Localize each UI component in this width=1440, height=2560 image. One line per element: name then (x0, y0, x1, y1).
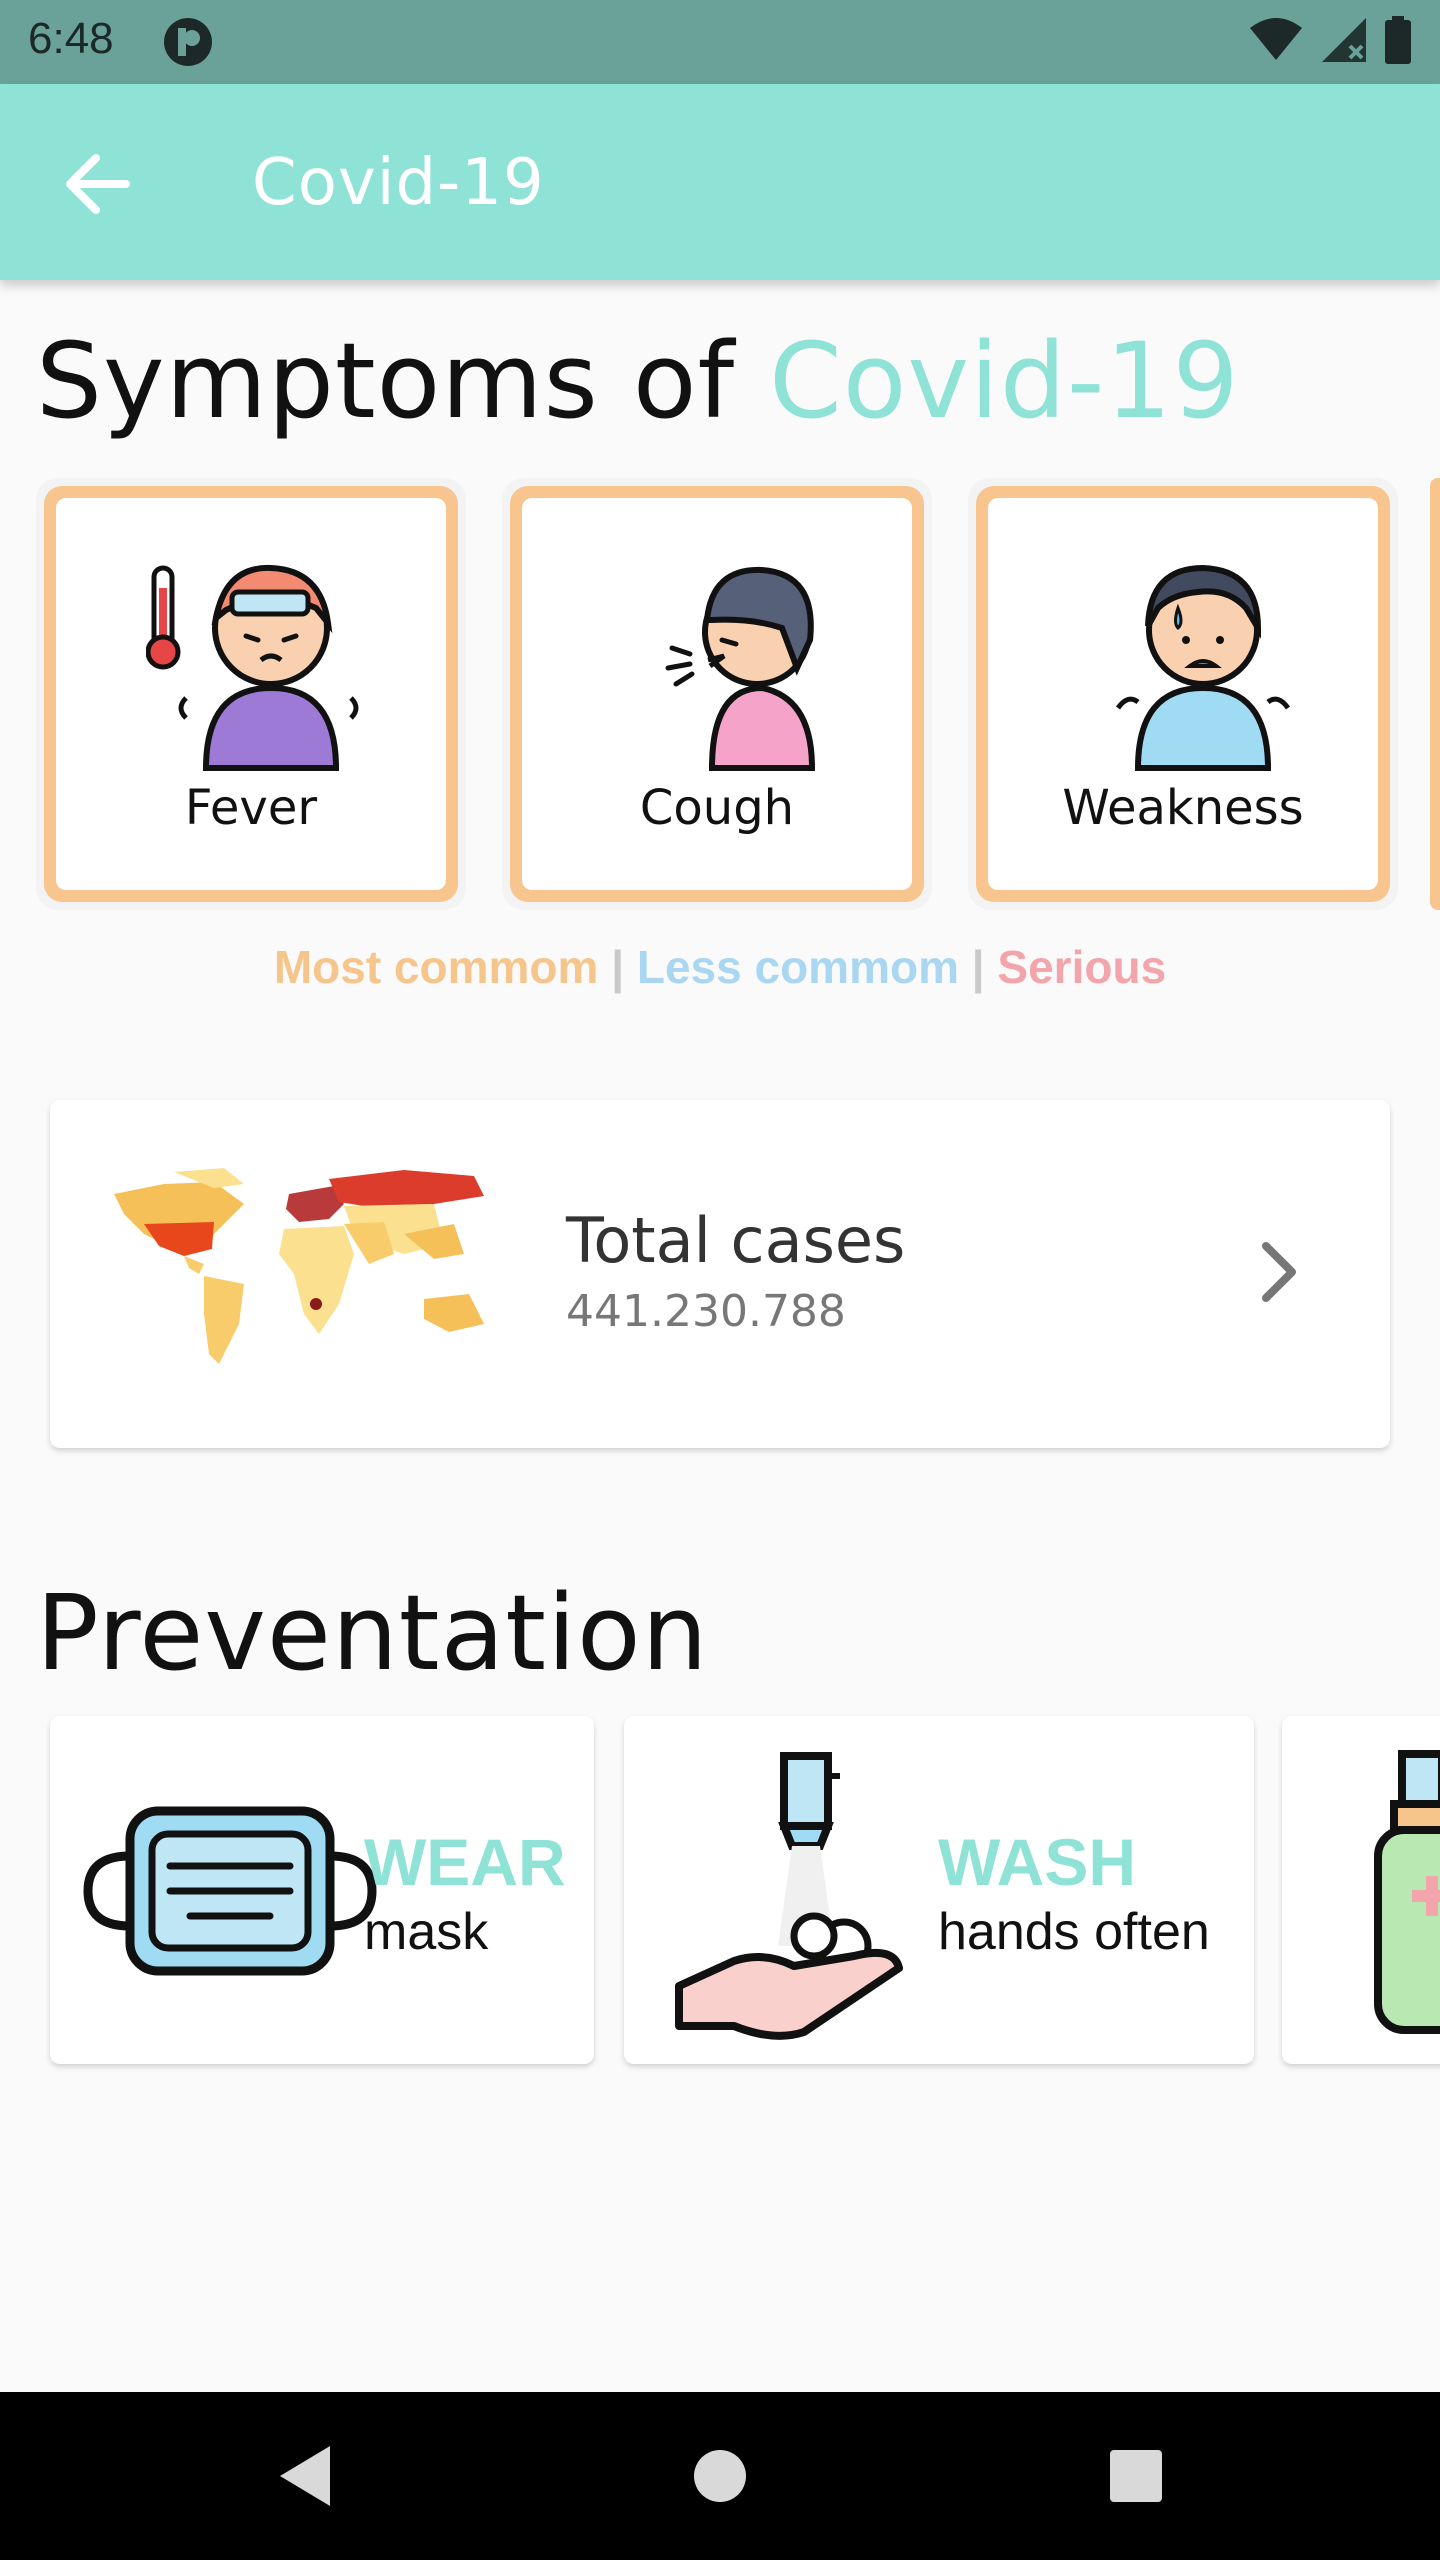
total-cases-value: 441.230.788 (566, 1286, 846, 1337)
chevron-right-icon (1262, 1242, 1296, 1302)
app-bar-title: Covid-19 (252, 146, 545, 220)
navigation-bar (0, 2392, 1440, 2560)
legend-most-common: Most commom (273, 941, 599, 993)
world-map-icon (114, 1168, 484, 1364)
prevention-sub: mask (364, 1903, 489, 1961)
status-bar: 6:48 (0, 0, 1440, 84)
prevention-title: Preventation (36, 1572, 709, 1694)
legend-serious: Serious (997, 941, 1167, 993)
sanitizer-icon (1374, 1750, 1440, 2034)
legend-separator: | (598, 941, 637, 993)
cough-person-icon (665, 566, 816, 771)
symptom-card-fever[interactable]: Fever (36, 478, 466, 910)
prevention-card-wash[interactable]: WASH hands often (624, 1716, 1254, 2064)
app-bar: Covid-19 (0, 84, 1440, 280)
face-mask-icon (83, 1806, 377, 1976)
hand-wash-icon (675, 1752, 903, 2040)
symptoms-title-accent: Covid-19 (769, 320, 1240, 442)
app-notification-icon (164, 18, 212, 66)
symptoms-title-main: Symptoms of (36, 320, 770, 442)
symptoms-title: Symptoms of Covid-19 (36, 320, 1240, 442)
signal-icon (1322, 18, 1366, 62)
wifi-icon (1250, 18, 1302, 60)
nav-back-icon[interactable] (268, 2436, 340, 2516)
prevention-card-mask[interactable]: WEAR mask (50, 1716, 594, 2064)
back-arrow-icon[interactable] (56, 142, 140, 226)
total-cases-title: Total cases (566, 1204, 906, 1277)
symptom-label: Weakness (1062, 780, 1304, 836)
status-time: 6:48 (28, 14, 114, 63)
weakness-person-icon (1115, 564, 1291, 771)
total-cases-card[interactable]: Total cases 441.230.788 (50, 1100, 1390, 1448)
prevention-sub: hands often (938, 1903, 1210, 1961)
battery-icon (1385, 16, 1411, 64)
prevention-card-sanitizer[interactable] (1282, 1716, 1440, 2064)
symptom-card-next-edge[interactable] (1430, 478, 1440, 910)
symptom-card-weakness[interactable]: Weakness (968, 478, 1398, 910)
legend-less-common: Less commom (636, 941, 959, 993)
fever-person-icon (146, 564, 359, 771)
prevention-head: WEAR (364, 1825, 566, 1899)
symptom-legend: Most commom | Less commom | Serious (0, 940, 1440, 994)
symptom-label: Fever (184, 780, 318, 836)
nav-home-icon[interactable] (690, 2436, 750, 2516)
legend-separator: | (958, 941, 998, 993)
nav-recents-icon[interactable] (1106, 2436, 1166, 2516)
prevention-head: WASH (938, 1825, 1136, 1899)
symptom-card-cough[interactable]: Cough (502, 478, 932, 910)
symptom-label: Cough (639, 780, 795, 836)
